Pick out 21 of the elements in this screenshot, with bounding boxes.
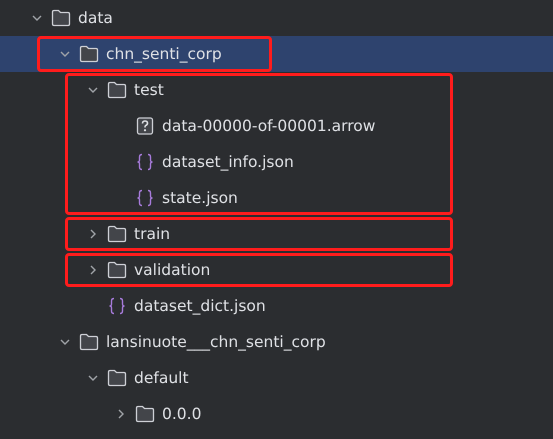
selected-row[interactable]: chn_senti_corp (0, 36, 553, 72)
folder-icon (107, 225, 127, 243)
file-name[interactable]: dataset_dict.json (134, 297, 266, 315)
folder-name[interactable]: default (134, 369, 189, 387)
folder-name[interactable]: test (134, 81, 164, 99)
folder-icon (79, 45, 99, 63)
folder-name[interactable]: 0.0.0 (162, 405, 202, 423)
file-name[interactable]: data-00000-of-00001.arrow (162, 117, 376, 135)
folder-icon (51, 9, 71, 27)
folder-icon (107, 81, 127, 99)
file-name[interactable]: state.json (162, 189, 238, 207)
folder-name[interactable]: data (78, 9, 113, 27)
folder-name[interactable]: train (134, 225, 170, 243)
file-name[interactable]: dataset_info.json (162, 153, 294, 171)
folder-name[interactable]: lansinuote___chn_senti_corp (106, 333, 326, 351)
folder-icon (107, 261, 127, 279)
folder-icon (79, 333, 99, 351)
folder-name[interactable]: validation (134, 261, 210, 279)
folder-name[interactable]: chn_senti_corp (106, 45, 222, 63)
folder-icon (135, 405, 155, 423)
folder-icon (107, 369, 127, 387)
